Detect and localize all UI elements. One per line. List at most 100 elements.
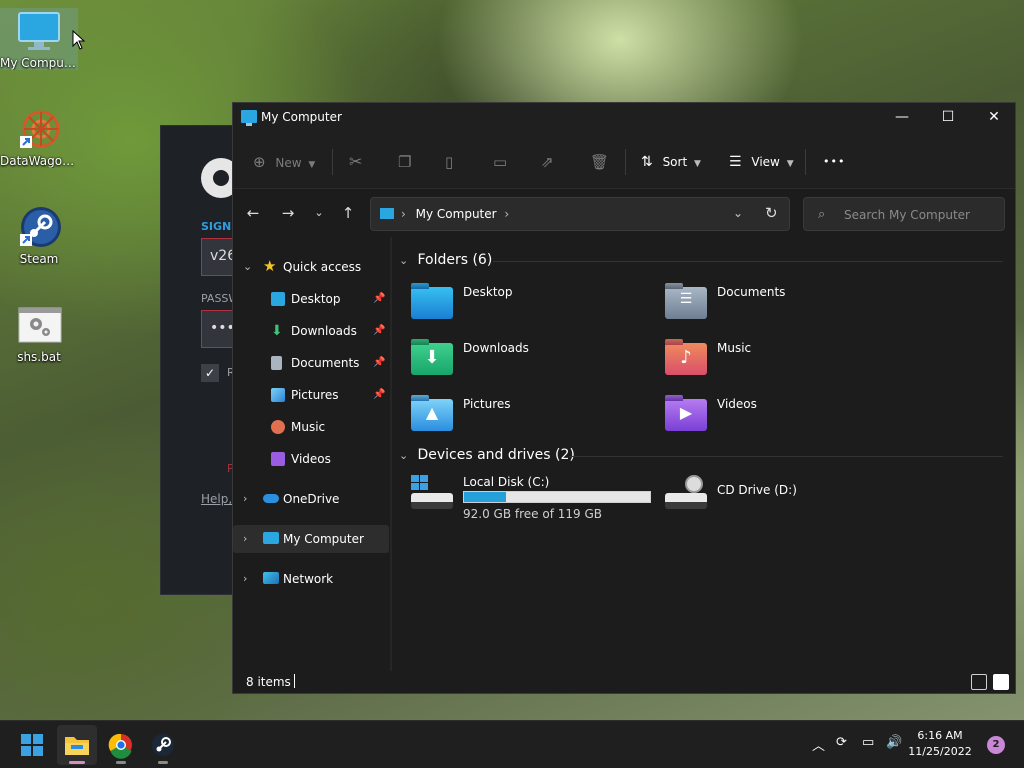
remember-checkbox[interactable]: ✓ — [201, 364, 219, 382]
network-icon — [263, 572, 279, 584]
folders-group-header[interactable]: ⌄ Folders (6) — [399, 249, 492, 271]
search-input[interactable]: Search My Computer — [844, 208, 970, 222]
my-computer-icon — [380, 208, 394, 219]
chevron-down-icon: ⌄ — [399, 449, 409, 462]
desktop-icon-label: shs.bat — [17, 350, 61, 364]
content-pane: ⌄ Folders (6) Desktop ☰ Documents ⬇ Down… — [393, 237, 1013, 667]
clock-date: 11/25/2022 — [908, 745, 972, 758]
maximize-button[interactable]: ☐ — [925, 103, 971, 133]
speaker-icon[interactable]: 🔊 — [886, 735, 902, 750]
chevron-right-icon: › — [504, 207, 510, 221]
folder-music[interactable]: ♪ Music — [647, 341, 897, 391]
pane-splitter[interactable] — [390, 237, 392, 671]
back-button[interactable]: ← — [243, 203, 263, 223]
search-box[interactable]: ⌕ Search My Computer — [803, 197, 1005, 231]
chevron-right-icon[interactable]: › — [243, 565, 247, 593]
chevron-down-icon: ▼ — [308, 160, 316, 170]
desktop-icon-steam[interactable]: Steam — [0, 204, 78, 266]
folder-videos[interactable]: ▶ Videos — [647, 397, 897, 447]
taskbar-steam[interactable] — [143, 725, 183, 765]
music-folder-icon: ♪ — [665, 343, 707, 375]
drive-local-disk-c[interactable]: Local Disk (C:) 92.0 GB free of 119 GB — [393, 475, 651, 525]
details-view-button[interactable] — [971, 674, 987, 690]
desktop-icon-label: Steam — [19, 252, 59, 266]
cut-button[interactable]: ✂ — [349, 151, 362, 173]
group-title: Devices and drives (2) — [417, 447, 575, 463]
sign-in-label: SIGN — [201, 220, 232, 233]
address-dropdown-icon[interactable]: ⌄ — [733, 206, 743, 220]
folder-name: Desktop — [463, 285, 513, 299]
desktop-icon-shs-bat[interactable]: shs.bat — [0, 302, 78, 364]
sidebar-item-downloads[interactable]: ⬇ Downloads 📌 — [233, 317, 389, 345]
help-link[interactable]: Help, — [201, 492, 232, 506]
chevron-right-icon[interactable]: › — [243, 485, 247, 513]
separator — [625, 149, 626, 175]
file-explorer-window[interactable]: My Computer — ☐ ✕ ⊕ New ▼ ✂ ❐ ▯ ▭ ⇗ 🗑 ⇅ … — [232, 102, 1016, 694]
sidebar-item-network[interactable]: › Network — [233, 565, 389, 593]
sidebar-item-quick-access[interactable]: ⌄ ★ Quick access — [233, 253, 389, 281]
taskbar-chrome[interactable] — [101, 725, 141, 765]
view-button[interactable]: ☰ View ▼ — [729, 151, 794, 173]
sync-icon[interactable]: ⟳ — [836, 735, 847, 750]
sidebar-item-label: Videos — [291, 452, 331, 466]
chevron-down-icon: ⌄ — [314, 206, 324, 219]
desktop-icon-datawagon[interactable]: DataWagon... — [0, 106, 78, 168]
desktop-icon-label: DataWagon... — [0, 154, 78, 168]
sidebar-item-videos[interactable]: Videos — [233, 445, 389, 473]
sidebar-item-pictures[interactable]: Pictures 📌 — [233, 381, 389, 409]
chevron-down-icon[interactable]: ⌄ — [243, 253, 252, 281]
new-label: New — [275, 156, 302, 170]
delete-button[interactable]: 🗑 — [590, 151, 609, 173]
pin-icon: 📌 — [373, 325, 386, 336]
show-hidden-icons-chevron-icon[interactable]: ︿ — [812, 735, 825, 754]
desktop-icon-my-computer[interactable]: My Computer — [0, 8, 78, 70]
chevron-down-icon: ▼ — [694, 159, 701, 169]
cd-drive-icon — [665, 493, 707, 509]
up-button[interactable]: ↑ — [338, 203, 358, 223]
my-computer-icon — [241, 110, 257, 126]
system-clock[interactable]: 6:16 AM 11/25/2022 — [908, 728, 972, 760]
folder-documents[interactable]: ☰ Documents — [647, 285, 897, 335]
breadcrumb-my-computer[interactable]: My Computer — [416, 207, 497, 221]
desktop-icon-label: My Computer — [0, 56, 78, 70]
folder-pictures[interactable]: ▲ Pictures — [393, 397, 643, 447]
active-indicator — [69, 761, 85, 764]
address-bar[interactable]: › My Computer › ⌄ ↻ — [370, 197, 790, 231]
folder-desktop[interactable]: Desktop — [393, 285, 643, 335]
more-options-button[interactable]: ••• — [823, 151, 845, 173]
paste-button[interactable]: ▯ — [445, 151, 453, 173]
copy-button[interactable]: ❐ — [398, 151, 411, 173]
drive-usage-fill — [464, 492, 507, 502]
sidebar-item-music[interactable]: Music — [233, 413, 389, 441]
separator — [332, 149, 333, 175]
drive-cd-d[interactable]: CD Drive (D:) — [647, 475, 897, 525]
new-button[interactable]: ⊕ New ▼ — [253, 151, 315, 173]
steam-icon — [16, 204, 62, 250]
chevron-right-icon: › — [401, 207, 406, 221]
sidebar-item-my-computer[interactable]: › My Computer — [233, 525, 389, 553]
sidebar-item-label: My Computer — [283, 532, 364, 546]
breadcrumb[interactable]: › My Computer › — [401, 207, 509, 221]
close-button[interactable]: ✕ — [971, 103, 1017, 133]
rename-button[interactable]: ▭ — [493, 151, 507, 173]
drives-group-header[interactable]: ⌄ Devices and drives (2) — [399, 444, 575, 466]
notification-badge[interactable]: 2 — [987, 736, 1005, 754]
chevron-right-icon[interactable]: › — [243, 525, 247, 553]
large-icons-view-button[interactable] — [993, 674, 1009, 690]
sidebar-item-desktop[interactable]: Desktop 📌 — [233, 285, 389, 313]
minimize-button[interactable]: — — [879, 103, 925, 133]
network-monitor-icon[interactable]: ▭ — [862, 735, 874, 750]
share-button[interactable]: ⇗ — [541, 151, 554, 173]
title-bar[interactable]: My Computer — ☐ ✕ — [233, 103, 1015, 133]
forward-button[interactable]: → — [278, 203, 298, 223]
sort-button[interactable]: ⇅ Sort ▼ — [641, 151, 701, 173]
folder-downloads[interactable]: ⬇ Downloads — [393, 341, 643, 391]
taskbar-file-explorer[interactable] — [57, 725, 97, 765]
refresh-icon[interactable]: ↻ — [765, 204, 778, 222]
start-button[interactable] — [12, 725, 52, 765]
command-bar: ⊕ New ▼ ✂ ❐ ▯ ▭ ⇗ 🗑 ⇅ Sort ▼ ☰ View ▼ ••… — [233, 133, 1015, 189]
sidebar-item-onedrive[interactable]: › OneDrive — [233, 485, 389, 513]
sort-icon: ⇅ — [641, 154, 653, 170]
recent-locations-button[interactable]: ⌄ — [309, 203, 329, 223]
sidebar-item-documents[interactable]: Documents 📌 — [233, 349, 389, 377]
